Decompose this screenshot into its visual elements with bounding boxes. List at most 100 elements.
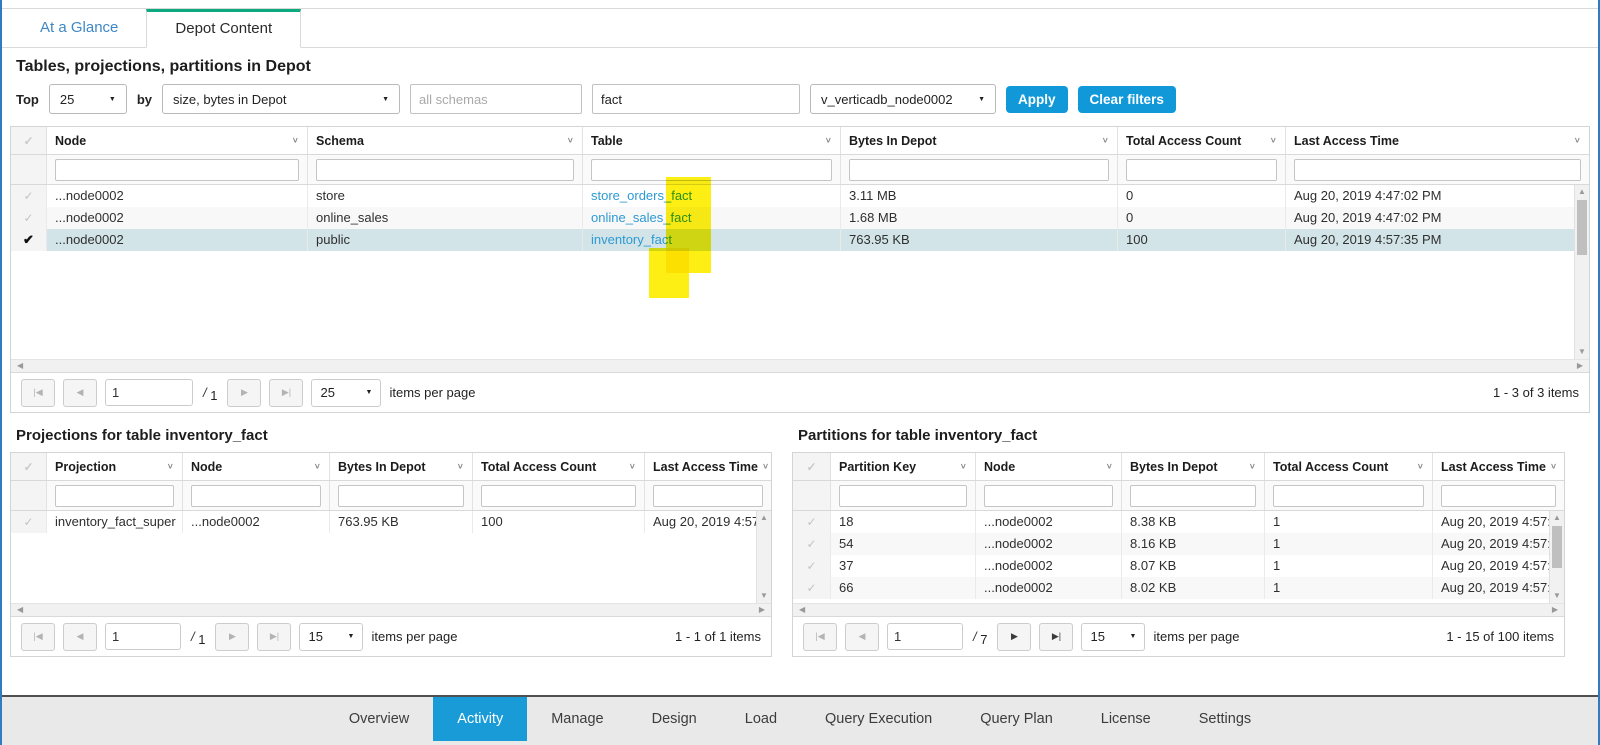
table-row[interactable]: ✓ ...node0002 store store_orders_fact 3.… (11, 185, 1589, 207)
column-header-node[interactable]: Node∨ (183, 453, 330, 480)
lastaccess-column-filter-input[interactable] (1441, 485, 1556, 507)
chevron-down-icon[interactable]: ∨ (825, 136, 832, 145)
partition-row[interactable]: ✓ 18 ...node0002 8.38 KB 1 Aug 20, 2019 … (793, 511, 1564, 533)
last-page-button[interactable]: ▶| (257, 623, 291, 651)
schema-filter-input[interactable] (410, 84, 582, 114)
next-page-button[interactable]: ▶ (215, 623, 249, 651)
chevron-down-icon[interactable]: ∨ (762, 462, 769, 471)
projection-row[interactable]: ✓ inventory_fact_super ...node0002 763.9… (11, 511, 771, 533)
last-page-button[interactable]: ▶| (269, 379, 303, 407)
vertical-scrollbar[interactable]: ▲ ▼ (1574, 185, 1589, 359)
page-number-input[interactable] (105, 379, 193, 406)
column-header-bytes[interactable]: Bytes In Depot∨ (330, 453, 473, 480)
scroll-right-icon[interactable]: ▶ (759, 604, 765, 616)
prev-page-button[interactable]: ◀ (63, 623, 97, 651)
nav-license[interactable]: License (1077, 697, 1175, 741)
table-row-selected[interactable]: ✔ ...node0002 public inventory_fact 763.… (11, 229, 1589, 251)
row-select-cell[interactable]: ✓ (793, 533, 831, 555)
lastaccess-column-filter-input[interactable] (653, 485, 763, 507)
column-header-access-count[interactable]: Total Access Count∨ (1118, 127, 1286, 154)
scroll-left-icon[interactable]: ◀ (17, 604, 23, 616)
scroll-down-icon[interactable]: ▼ (757, 589, 771, 603)
column-header-bytes[interactable]: Bytes In Depot∨ (841, 127, 1118, 154)
row-select-cell[interactable]: ✓ (793, 511, 831, 533)
node-select[interactable]: v_verticadb_node0002 ▼ (810, 84, 996, 114)
horizontal-scrollbar[interactable]: ◀ ▶ (11, 603, 771, 616)
column-header-access-count[interactable]: Total Access Count∨ (1265, 453, 1433, 480)
table-link[interactable]: online_sales_fact (591, 210, 691, 225)
select-all-cell[interactable]: ✓ (11, 453, 47, 480)
chevron-down-icon[interactable]: ∨ (1417, 462, 1424, 471)
chevron-down-icon[interactable]: ∨ (1270, 136, 1277, 145)
column-header-bytes[interactable]: Bytes In Depot∨ (1122, 453, 1265, 480)
row-select-cell[interactable]: ✓ (793, 577, 831, 599)
node-column-filter-input[interactable] (55, 159, 299, 181)
partition-row[interactable]: ✓ 37 ...node0002 8.07 KB 1 Aug 20, 2019 … (793, 555, 1564, 577)
column-header-table[interactable]: Table∨ (583, 127, 841, 154)
bytes-column-filter-input[interactable] (338, 485, 464, 507)
projection-column-filter-input[interactable] (55, 485, 174, 507)
tab-depot-content[interactable]: Depot Content (146, 9, 301, 48)
sort-by-select[interactable]: size, bytes in Depot ▼ (162, 84, 400, 114)
page-size-select[interactable]: 25 ▼ (311, 379, 381, 407)
chevron-down-icon[interactable]: ∨ (1106, 462, 1113, 471)
scroll-down-icon[interactable]: ▼ (1575, 345, 1589, 359)
key-column-filter-input[interactable] (839, 485, 967, 507)
page-size-select[interactable]: 15 ▼ (299, 623, 363, 651)
column-header-schema[interactable]: Schema∨ (308, 127, 583, 154)
column-header-access-count[interactable]: Total Access Count∨ (473, 453, 645, 480)
tab-at-a-glance[interactable]: At a Glance (12, 9, 146, 47)
column-header-last-access[interactable]: Last Access Time∨ (1286, 127, 1589, 154)
scroll-up-icon[interactable]: ▲ (1550, 511, 1564, 525)
nav-load[interactable]: Load (721, 697, 801, 741)
row-select-cell[interactable]: ✓ (11, 511, 47, 533)
table-filter-input[interactable] (592, 84, 800, 114)
chevron-down-icon[interactable]: ∨ (1249, 462, 1256, 471)
nav-manage[interactable]: Manage (527, 697, 627, 741)
access-column-filter-input[interactable] (481, 485, 636, 507)
nav-query-execution[interactable]: Query Execution (801, 697, 956, 741)
column-header-node[interactable]: Node∨ (47, 127, 308, 154)
row-select-cell[interactable]: ✔ (11, 229, 47, 251)
scroll-right-icon[interactable]: ▶ (1577, 360, 1583, 372)
chevron-down-icon[interactable]: ∨ (1574, 136, 1581, 145)
vertical-scrollbar[interactable]: ▲ ▼ (756, 511, 771, 603)
apply-button[interactable]: Apply (1006, 86, 1068, 113)
scroll-up-icon[interactable]: ▲ (1575, 185, 1589, 199)
column-header-partition-key[interactable]: Partition Key∨ (831, 453, 976, 480)
table-link[interactable]: store_orders_fact (591, 188, 692, 203)
vertical-scrollbar[interactable]: ▲ ▼ (1549, 511, 1564, 603)
scroll-right-icon[interactable]: ▶ (1552, 604, 1558, 616)
access-column-filter-input[interactable] (1273, 485, 1424, 507)
prev-page-button[interactable]: ◀ (845, 623, 879, 651)
first-page-button[interactable]: |◀ (21, 379, 55, 407)
nav-settings[interactable]: Settings (1175, 697, 1275, 741)
chevron-down-icon[interactable]: ∨ (1102, 136, 1109, 145)
chevron-down-icon[interactable]: ∨ (960, 462, 967, 471)
chevron-down-icon[interactable]: ∨ (1550, 462, 1557, 471)
partition-row[interactable]: ✓ 66 ...node0002 8.02 KB 1 Aug 20, 2019 … (793, 577, 1564, 599)
scroll-left-icon[interactable]: ◀ (17, 360, 23, 372)
top-count-select[interactable]: 25 ▼ (49, 84, 127, 114)
column-header-projection[interactable]: Projection∨ (47, 453, 183, 480)
horizontal-scrollbar[interactable]: ◀ ▶ (793, 603, 1564, 616)
table-link[interactable]: inventory_fact (591, 232, 672, 247)
chevron-down-icon[interactable]: ∨ (457, 462, 464, 471)
node-column-filter-input[interactable] (984, 485, 1113, 507)
schema-column-filter-input[interactable] (316, 159, 574, 181)
nav-activity[interactable]: Activity (433, 697, 527, 741)
node-column-filter-input[interactable] (191, 485, 321, 507)
next-page-button[interactable]: ▶ (997, 623, 1031, 651)
next-page-button[interactable]: ▶ (227, 379, 261, 407)
last-page-button[interactable]: ▶| (1039, 623, 1073, 651)
nav-query-plan[interactable]: Query Plan (956, 697, 1077, 741)
lastaccess-column-filter-input[interactable] (1294, 159, 1581, 181)
column-header-last-access[interactable]: Last Access Time∨ (645, 453, 771, 480)
page-size-select[interactable]: 15 ▼ (1081, 623, 1145, 651)
row-select-cell[interactable]: ✓ (11, 185, 47, 207)
scroll-left-icon[interactable]: ◀ (799, 604, 805, 616)
chevron-down-icon[interactable]: ∨ (292, 136, 299, 145)
chevron-down-icon[interactable]: ∨ (314, 462, 321, 471)
clear-filters-button[interactable]: Clear filters (1078, 86, 1176, 113)
scroll-down-icon[interactable]: ▼ (1550, 589, 1564, 603)
